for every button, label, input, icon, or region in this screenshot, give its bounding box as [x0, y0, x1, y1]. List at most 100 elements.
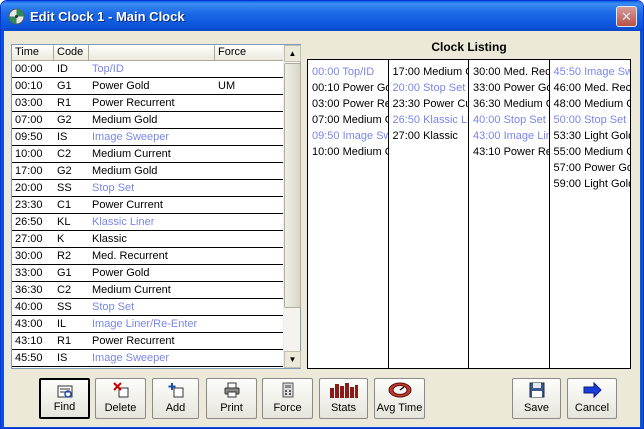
listing-entry: 10:00 Medium Current	[312, 146, 388, 158]
row-force	[215, 231, 284, 247]
header-code[interactable]: Code	[54, 45, 89, 61]
row-description: Stop Set	[92, 301, 135, 313]
force-label: Force	[273, 402, 302, 414]
row-force	[215, 146, 284, 162]
find-button[interactable]: Find	[39, 378, 90, 419]
row-description: Top/ID	[92, 63, 124, 75]
row-code: IS	[57, 352, 68, 364]
row-code: K	[57, 233, 65, 245]
table-row[interactable]: 27:00 K Klassic	[12, 231, 284, 248]
listing-entry: 57:00 Power Gold	[553, 162, 631, 174]
row-force	[215, 129, 284, 145]
row-code: SS	[57, 301, 72, 313]
print-button[interactable]: Print	[206, 378, 257, 419]
listing-entry: 48:00 Medium Current	[553, 98, 631, 110]
listing-entry: 17:00 Medium Gold	[392, 66, 469, 78]
title-bar[interactable]: Edit Clock 1 - Main Clock ✕	[1, 1, 643, 31]
force-icon	[282, 382, 293, 398]
listing-entry: 46:00 Med. Recurrent	[553, 82, 631, 94]
row-force	[215, 333, 284, 349]
header-time[interactable]: Time	[12, 45, 54, 61]
edit-clock-window: Edit Clock 1 - Main Clock ✕ Time Code Fo…	[0, 0, 644, 429]
row-time: 10:00	[15, 148, 43, 160]
header-description[interactable]	[89, 45, 215, 61]
table-row[interactable]: 33:00 G1 Power Gold	[12, 265, 284, 282]
row-description: Stop Set	[92, 182, 135, 194]
row-code: C2	[57, 148, 72, 160]
row-time: 45:50	[15, 352, 43, 364]
row-code: C2	[57, 284, 72, 296]
row-time: 09:50	[15, 131, 43, 143]
table-row[interactable]: 20:00 SS Stop Set	[12, 180, 284, 197]
print-icon	[224, 382, 239, 398]
row-force	[215, 214, 284, 230]
row-code: G1	[57, 267, 72, 279]
listing-entry: 30:00 Med. Recurrent	[473, 66, 549, 78]
row-code: KL	[57, 216, 71, 228]
row-force	[215, 61, 284, 77]
table-header: Time Code Force	[12, 45, 284, 61]
cancel-button[interactable]: Cancel	[567, 378, 617, 419]
clock-list-table[interactable]: Time Code Force 00:00 ID Top/ID 00:10 G1 Powe…	[11, 44, 301, 369]
table-row[interactable]: 43:00 IL Image Liner/Re-Enter	[12, 316, 284, 333]
add-label: Add	[165, 402, 186, 414]
table-body: 00:00 ID Top/ID 00:10 G1 Power Gold UM 03:00 R1 P…	[12, 61, 284, 367]
close-icon[interactable]: ✕	[616, 6, 637, 27]
table-row[interactable]: 03:00 R1 Power Recurrent	[12, 95, 284, 112]
listing-entry: 20:00 Stop Set	[392, 82, 466, 94]
row-code: G1	[57, 80, 72, 92]
force-button[interactable]: Force	[262, 378, 313, 419]
table-row[interactable]: 00:00 ID Top/ID	[12, 61, 284, 78]
clock-app-icon	[8, 8, 25, 25]
row-time: 20:00	[15, 182, 43, 194]
stats-button[interactable]: Stats	[319, 378, 368, 419]
table-row[interactable]: 40:00 SS Stop Set	[12, 299, 284, 316]
scroll-up-icon[interactable]: ▲	[284, 45, 301, 62]
row-code: G2	[57, 165, 72, 177]
row-force: UM	[218, 80, 236, 92]
table-row[interactable]: 30:00 R2 Med. Recurrent	[12, 248, 284, 265]
row-description: Image Liner/Re-Enter	[92, 318, 198, 330]
row-force	[215, 95, 284, 111]
row-description: Image Sweeper	[92, 131, 170, 143]
table-row[interactable]: 36:30 C2 Medium Current	[12, 282, 284, 299]
add-button[interactable]: Add	[152, 378, 199, 419]
row-description: Medium Current	[92, 148, 171, 160]
row-time: 43:10	[15, 335, 43, 347]
clock-listing-panel: 00:00 Top/ID 00:10 Power Gold 03:00 Power …	[307, 59, 631, 369]
row-force	[215, 299, 284, 315]
row-description: Power Current	[92, 199, 163, 211]
avg-time-button[interactable]: Avg Time	[374, 378, 425, 419]
row-force	[215, 248, 284, 264]
row-description: Power Gold	[92, 80, 150, 92]
table-row[interactable]: 00:10 G1 Power Gold UM	[12, 78, 284, 95]
row-time: 26:50	[15, 216, 43, 228]
table-row[interactable]: 23:30 C1 Power Current	[12, 197, 284, 214]
delete-button[interactable]: Delete	[95, 378, 146, 419]
row-time: 00:10	[15, 80, 43, 92]
scroll-down-icon[interactable]: ▼	[284, 351, 301, 368]
avg-time-label: Avg Time	[376, 402, 423, 414]
row-description: Medium Current	[92, 284, 171, 296]
row-time: 33:00	[15, 267, 43, 279]
table-row[interactable]: 45:50 IS Image Sweeper	[12, 350, 284, 367]
header-force[interactable]: Force	[215, 45, 284, 61]
table-row[interactable]: 26:50 KL Klassic Liner	[12, 214, 284, 231]
table-row[interactable]: 43:10 R1 Power Recurrent	[12, 333, 284, 350]
table-row[interactable]: 10:00 C2 Medium Current	[12, 146, 284, 163]
add-icon	[168, 383, 183, 398]
row-time: 03:00	[15, 97, 43, 109]
listing-column: 00:00 Top/ID 00:10 Power Gold 03:00 Power …	[308, 60, 389, 368]
table-row[interactable]: 09:50 IS Image Sweeper	[12, 129, 284, 146]
table-row[interactable]: 17:00 G2 Medium Gold	[12, 163, 284, 180]
vertical-scrollbar[interactable]: ▲ ▼	[283, 45, 301, 368]
row-force	[215, 282, 284, 298]
listing-entry: 40:00 Stop Set	[473, 114, 546, 126]
table-row[interactable]: 07:00 G2 Medium Gold	[12, 112, 284, 129]
scrollbar-thumb[interactable]	[284, 63, 301, 308]
row-force	[215, 180, 284, 196]
stats-label: Stats	[330, 402, 357, 414]
print-label: Print	[220, 402, 243, 414]
listing-entry: 36:30 Medium Current	[473, 98, 549, 110]
save-button[interactable]: Save	[512, 378, 561, 419]
